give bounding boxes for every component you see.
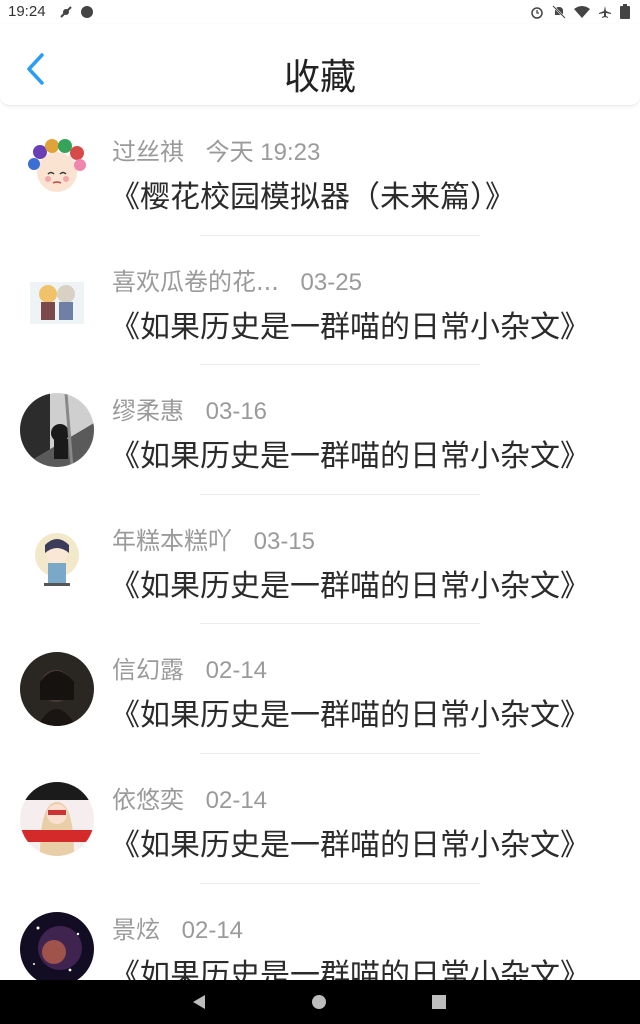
book-title[interactable]: 《如果历史是一群喵的日常小杂文》 [110, 302, 590, 346]
list-item[interactable]: 过丝祺 今天 19:23 《樱花校园模拟器（未来篇）》 [0, 106, 640, 236]
avatar[interactable] [20, 911, 94, 986]
item-meta: 年糕本糕吖 03-15 [112, 521, 315, 556]
status-time: 19:24 [8, 3, 46, 20]
navigation-bar [0, 980, 640, 1024]
item-date: 02-14 [181, 916, 244, 944]
user-name[interactable]: 年糕本糕吖 [112, 527, 232, 555]
user-name[interactable]: 缪柔惠 [112, 397, 184, 425]
avatar[interactable] [20, 781, 94, 856]
list-item[interactable]: 信幻露 02-14 《如果历史是一群喵的日常小杂文》 [0, 624, 640, 754]
book-title[interactable]: 《如果历史是一群喵的日常小杂文》 [110, 820, 590, 864]
triangle-back-icon [193, 995, 205, 1009]
circle-home-icon [312, 995, 326, 1009]
airplane-icon [599, 5, 611, 18]
notification-dot-icon [81, 6, 93, 18]
list-item[interactable]: 年糕本糕吖 03-15 《如果历史是一群喵的日常小杂文》 [0, 495, 640, 625]
header: 收藏 [0, 24, 640, 106]
bug-icon [60, 6, 72, 18]
square-recents-icon [432, 995, 446, 1009]
list-item[interactable]: 缪柔惠 03-16 《如果历史是一群喵的日常小杂文》 [0, 365, 640, 495]
avatar[interactable] [20, 263, 94, 338]
book-title[interactable]: 《樱花校园模拟器（未来篇）》 [110, 172, 515, 216]
avatar[interactable] [20, 522, 94, 597]
item-meta: 过丝祺 今天 19:23 [112, 132, 320, 167]
item-date: 03-16 [205, 398, 268, 426]
item-meta: 信幻露 02-14 [112, 650, 267, 685]
item-meta: 喜欢瓜卷的花... 03-25 [112, 262, 362, 297]
item-meta: 缪柔惠 03-16 [112, 391, 267, 426]
book-title[interactable]: 《如果历史是一群喵的日常小杂文》 [110, 431, 590, 475]
alarm-icon [531, 6, 543, 19]
user-name[interactable]: 信幻露 [112, 656, 184, 684]
battery-icon [620, 4, 630, 19]
favorites-list: 过丝祺 今天 19:23 《樱花校园模拟器（未来篇）》 喜欢瓜卷的花... 03… [0, 106, 640, 1013]
book-title[interactable]: 《如果历史是一群喵的日常小杂文》 [110, 690, 590, 734]
item-meta: 景炫 02-14 [112, 910, 243, 945]
item-meta: 依悠奕 02-14 [112, 780, 267, 815]
item-date: 今天 19:23 [205, 139, 321, 166]
item-date: 02-14 [205, 657, 268, 685]
status-right-icons [530, 4, 630, 19]
mute-icon [552, 4, 566, 19]
item-date: 03-25 [300, 268, 362, 296]
user-name[interactable]: 景炫 [112, 916, 160, 944]
wifi-icon [574, 5, 590, 18]
nav-home-button[interactable] [309, 992, 329, 1012]
user-name[interactable]: 过丝祺 [112, 138, 184, 166]
page-title: 收藏 [283, 57, 356, 98]
list-item[interactable]: 喜欢瓜卷的花... 03-25 《如果历史是一群喵的日常小杂文》 [0, 236, 640, 366]
list-item[interactable]: 依悠奕 02-14 《如果历史是一群喵的日常小杂文》 [0, 754, 640, 884]
item-date: 03-15 [253, 527, 316, 555]
avatar[interactable] [20, 393, 94, 468]
user-name[interactable]: 依悠奕 [112, 786, 184, 814]
nav-back-button[interactable] [189, 992, 209, 1012]
book-title[interactable]: 《如果历史是一群喵的日常小杂文》 [110, 561, 590, 605]
item-date: 02-14 [205, 786, 268, 814]
status-left-icons [58, 4, 94, 20]
user-name[interactable]: 喜欢瓜卷的花... [112, 268, 279, 296]
avatar[interactable] [20, 134, 94, 208]
avatar[interactable] [20, 652, 94, 727]
nav-recents-button[interactable] [429, 992, 449, 1012]
status-bar: 19:24 [0, 0, 640, 24]
